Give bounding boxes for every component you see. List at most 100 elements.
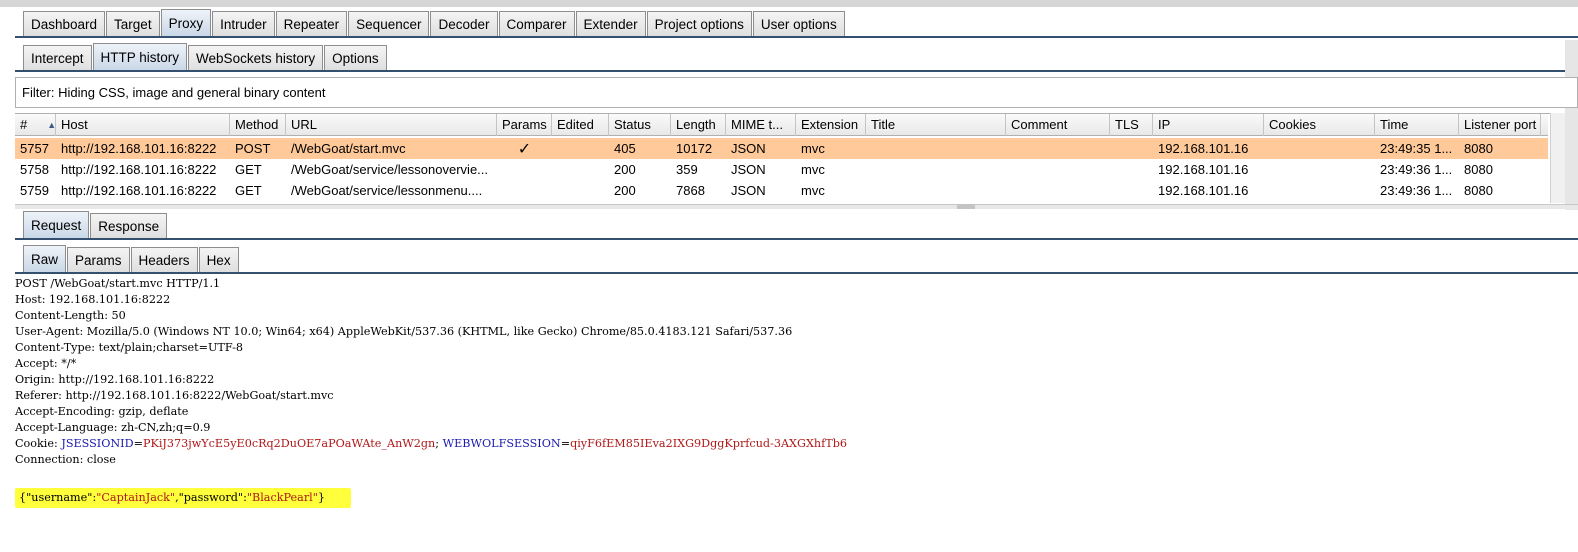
proxy-tab-bar: Intercept HTTP history WebSockets history O… (23, 41, 388, 71)
tab-extender[interactable]: Extender (575, 11, 646, 37)
cell-cookies (1264, 159, 1375, 180)
tab-dashboard[interactable]: Dashboard (23, 11, 106, 37)
message-tab-underline (15, 238, 1578, 240)
column-header-method[interactable]: Method (230, 113, 286, 136)
proxy-tab-websockets-history[interactable]: WebSockets history (188, 45, 324, 71)
cell-time: 23:49:36 1... (1380, 183, 1453, 198)
filter-bar[interactable]: Filter: Hiding CSS, image and general bi… (15, 77, 1578, 108)
split-pane-divider[interactable] (15, 204, 1578, 209)
column-header-comment[interactable]: Comment (1006, 113, 1110, 136)
message-tab-response[interactable]: Response (90, 213, 168, 239)
column-header-length[interactable]: Length (671, 113, 726, 136)
view-tab-bar: Raw Params Headers Hex (23, 243, 240, 273)
table-row[interactable]: 5759 http://192.168.101.16:8222 GET/WebGoa… (15, 180, 1548, 201)
tab-project-options[interactable]: Project options (646, 11, 752, 37)
cell-extension: mvc (801, 162, 825, 177)
tab-comparer[interactable]: Comparer (498, 11, 575, 37)
cell-params (497, 180, 552, 201)
column-header-status[interactable]: Status (609, 113, 671, 136)
view-tab-params[interactable]: Params (67, 247, 130, 273)
cell-method: GET (235, 183, 262, 198)
json-value-username: "CaptainJack" (96, 491, 176, 504)
view-tab-underline (15, 272, 1578, 274)
column-header-params[interactable]: Params (497, 113, 552, 136)
cell-ip: 192.168.101.16 (1158, 141, 1249, 156)
cell-tls (1110, 159, 1153, 180)
cell-cookies (1264, 138, 1375, 159)
column-header-edited[interactable]: Edited (552, 113, 609, 136)
cell-length: 359 (676, 162, 698, 177)
cell-length: 7868 (676, 183, 705, 198)
cell-comment (1006, 138, 1110, 159)
column-header-mime-t[interactable]: MIME t... (726, 113, 796, 136)
tab-proxy[interactable]: Proxy (160, 9, 212, 37)
cell-ip: 192.168.101.16 (1158, 162, 1249, 177)
view-tab-hex[interactable]: Hex (198, 247, 239, 273)
cell-tls (1110, 138, 1153, 159)
split-pane-grip-icon[interactable] (957, 204, 975, 209)
column-header-extension[interactable]: Extension (796, 113, 866, 136)
column-header-num[interactable]: # ▲ (15, 113, 56, 136)
json-key-username: "username" (26, 491, 93, 504)
table-row[interactable]: 5758 http://192.168.101.16:8222 GET/WebGoa… (15, 159, 1548, 180)
column-header-ip[interactable]: IP (1153, 113, 1264, 136)
column-header-cookies[interactable]: Cookies (1264, 113, 1375, 136)
filter-text: Filter: Hiding CSS, image and general bi… (22, 85, 326, 100)
cell-comment (1006, 180, 1110, 201)
connection-header-line: Connection: close (15, 453, 116, 466)
tab-target[interactable]: Target (106, 11, 160, 37)
column-header-title[interactable]: Title (866, 113, 1006, 136)
column-header-host[interactable]: Host (56, 113, 230, 136)
cell-num: 5759 (20, 183, 49, 198)
tab-intruder[interactable]: Intruder (212, 11, 275, 37)
cell-host: http://192.168.101.16:8222 (61, 162, 217, 177)
view-tab-raw[interactable]: Raw (23, 245, 67, 273)
raw-request-editor[interactable]: POST /WebGoat/start.mvc HTTP/1.1 Host: 19… (15, 276, 1578, 552)
cell-num: 5757 (20, 141, 49, 156)
cell-method: POST (235, 141, 271, 156)
tab-decoder[interactable]: Decoder (430, 11, 498, 37)
column-header-time[interactable]: Time (1375, 113, 1459, 136)
user-agent-line: User-Agent: Mozilla/5.0 (Windows NT 10.0… (15, 325, 793, 338)
column-header-tls[interactable]: TLS (1110, 113, 1153, 136)
json-key-password: "password" (178, 491, 244, 504)
column-header-listener-port[interactable]: Listener port (1459, 113, 1541, 136)
main-tab-bar: Dashboard Target Proxy Intruder Repeater Sequ… (23, 7, 846, 37)
cookie-jsessionid-value: PKiJ373jwYcE5yE0cRq2DuOE7aPOaWAte_AnW2gn (142, 437, 436, 450)
cell-params (497, 159, 552, 180)
tab-repeater[interactable]: Repeater (275, 11, 348, 37)
proxy-tab-underline (15, 70, 1578, 72)
table-row[interactable]: 5757 http://192.168.101.16:8222 POST/WebGo… (15, 138, 1548, 159)
proxy-tab-options[interactable]: Options (324, 45, 387, 71)
cell-status: 405 (614, 141, 636, 156)
cell-host: http://192.168.101.16:8222 (61, 183, 217, 198)
cell-comment (1006, 159, 1110, 180)
cell-mime: JSON (731, 183, 766, 198)
cell-title (866, 159, 1006, 180)
message-tab-request[interactable]: Request (23, 211, 90, 239)
content-length-line: Content-Length: 50 (15, 309, 126, 322)
content-type-line: Content-Type: text/plain;charset=UTF-8 (15, 341, 244, 354)
cookie-webwolf-name: WEBWOLFSESSION (442, 437, 561, 450)
request-line: POST /WebGoat/start.mvc HTTP/1.1 (15, 277, 221, 290)
column-header-url[interactable]: URL (286, 113, 497, 136)
json-body-highlight: {"username":"CaptainJack","password":"Bl… (15, 488, 352, 508)
history-vertical-scrollbar[interactable] (1550, 113, 1565, 203)
cell-num: 5758 (20, 162, 49, 177)
proxy-tab-intercept[interactable]: Intercept (23, 45, 92, 71)
tab-user-options[interactable]: User options (752, 11, 845, 37)
cell-tls (1110, 180, 1153, 201)
window-top-strip (0, 0, 1578, 7)
proxy-tab-http-history[interactable]: HTTP history (92, 43, 188, 71)
cell-title (866, 138, 1006, 159)
view-tab-headers[interactable]: Headers (130, 247, 198, 273)
cell-ip: 192.168.101.16 (1158, 183, 1249, 198)
cookie-webwolf-value: qiyF6fEM85IEva2IXG9DggKprfcud-3AXGXhfTb6 (570, 437, 847, 450)
tab-sequencer[interactable]: Sequencer (348, 11, 430, 37)
json-value-password: "BlackPearl" (246, 491, 318, 504)
cell-url: /WebGoat/service/lessonmenu.... (291, 183, 483, 198)
cell-cookies (1264, 180, 1375, 201)
right-edge-strip (1565, 40, 1578, 210)
cell-url: /WebGoat/start.mvc (291, 141, 406, 156)
